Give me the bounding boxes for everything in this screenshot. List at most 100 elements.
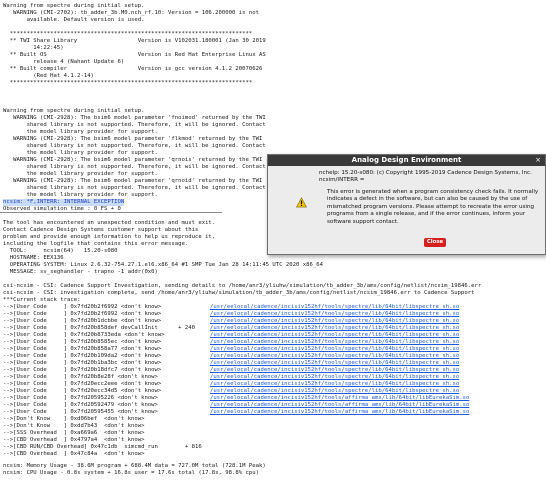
dialog-copyright: nchelp: 15.20-s080: (c) Copyright 1995-2… [319,170,532,176]
stack-frame: -->[SSS Overhead ] 0xa669a6 <don't know> [3,430,144,437]
stack-frame: -->[User Code ] 0x7fd20b8e28f <don't kno… [3,374,459,381]
stack-frame-info: -->[User Code ] 0x7fd20b8585ec <don't kn… [3,339,162,345]
log-line: ** TWI Share Library Version is V102031.… [3,38,266,44]
stack-frame-info: -->[User Code ] 0x7fd20592479 <don't kno… [3,402,158,408]
stack-frame-info: -->[User Code ] 0x7fd20b18dfc7 <don't kn… [3,367,162,373]
log-line: the model library provider for support. [3,192,158,198]
library-path-link[interactable]: /usr/eelocal/cadence/incisiv152hf/tools/… [210,402,469,409]
library-path-link[interactable]: /usr/eelocal/cadence/incisiv152hf/tools/… [210,332,459,339]
stack-frame-info: -->[CBD Overhead ] 0x4797a4 <don't know> [3,437,145,443]
log-line: WARNING (CMI-2928): The bsim6 model para… [3,178,263,184]
stack-frame-info: -->[Don't Know ] 0xd06bef <don't know> [3,416,145,422]
log-line: csi-ncsim - CSI: investigation complete,… [3,290,475,296]
stack-frame: -->[User Code ] 0x7fd20b1ba3bc <don't kn… [3,360,459,367]
log-line: shared library is not supported. Therefo… [3,122,266,128]
library-path-link[interactable]: /usr/eelocal/cadence/incisiv152hf/tools/… [210,304,459,311]
stack-frame-info: -->[User Code ] 0x7fd20b858a77 <don't kn… [3,346,162,352]
library-path-link[interactable]: /usr/eelocal/cadence/incisiv152hf/tools/… [210,339,459,346]
stack-frame: -->[CBD RUN/CBD Overhead] 0x47c1db simcm… [3,444,202,451]
stack-frame-info: -->[User Code ] 0x7fd20b2f6992 <don't kn… [3,311,162,317]
stack-frame: -->[User Code ] 0x7fd20ecc34d5 <don't kn… [3,388,459,395]
log-line: release 4 (Nahant Update 6) [3,59,125,65]
library-path-link[interactable]: /usr/eelocal/cadence/incisiv152hf/tools/… [210,318,459,325]
log-line: HOSTNAME: EEX136 [3,255,64,261]
log-line: The tool has encountered an unexpected c… [3,220,216,226]
stack-frame-info: -->[User Code ] 0x7fd20b8e28f <don't kno… [3,374,158,380]
library-path-link[interactable]: /usr/eelocal/cadence/incisiv152hf/tools/… [210,374,459,381]
log-line: OPERATING SYSTEM: Linux 2.6.32-754.27.1.… [3,262,323,268]
stack-frame-info: -->[User Code ] 0x7fd20b8733eda <don't k… [3,332,165,338]
log-line: csi-ncsim - CSI: Cadence Support Investi… [3,283,482,289]
log-line: Warning from spectre during initial setu… [3,3,145,9]
close-button[interactable]: Close [424,238,446,247]
stack-frame: -->[User Code ] 0x7fd20592479 <don't kno… [3,402,469,409]
library-path-link[interactable]: /usr/eelocal/cadence/incisiv152hf/tools/… [210,353,459,360]
log-line: the model library provider for support. [3,129,158,135]
stack-frame: -->[CBD Overhead ] 0x4797a4 <don't know> [3,437,144,444]
stack-frame-info: -->[User Code ] 0x7fd20ecc2eee <don't kn… [3,381,162,387]
library-path-link[interactable]: /usr/eelocal/cadence/incisiv152hf/tools/… [210,388,459,395]
log-line: WARNING (CMI-2928): The bsim6 model para… [3,157,263,163]
stack-frame-info: -->[CBD RUN/CBD Overhead] 0x47c1db simcm… [3,444,202,450]
library-path-link[interactable]: /usr/eelocal/cadence/incisiv152hf/tools/… [210,311,459,318]
stack-frame-info: -->[User Code ] 0x7fd20b2f6992 <don't kn… [3,304,162,310]
log-line: problem and provide enough information t… [3,234,216,240]
library-path-link[interactable]: /usr/eelocal/cadence/incisiv152hf/tools/… [210,381,459,388]
log-line: (Red Hat 4.1.2-14) [3,73,94,79]
log-line: shared library is not supported. Therefo… [3,164,266,170]
stack-frame-info: -->[User Code ] 0x7fd20b1ba3bc <don't kn… [3,360,162,366]
library-path-link[interactable]: /usr/eelocal/cadence/incisiv152hf/tools/… [210,395,469,402]
library-path-link[interactable]: /usr/eelocal/cadence/incisiv152hf/tools/… [210,409,469,416]
stack-frame: -->[Don't Know ] 0xdd7b43 <don't know> [3,423,144,430]
stack-frame-info: -->[User Code ] 0x7fd20b109da2 <don't kn… [3,353,162,359]
stack-frame: -->[User Code ] 0x7fd20b2f6992 <don't kn… [3,304,459,311]
library-path-link[interactable]: /usr/eelocal/cadence/incisiv152hf/tools/… [210,346,459,353]
log-line: shared library is not supported. Therefo… [3,185,266,191]
stack-frame-info: -->[Don't Know ] 0xdd7b43 <don't know> [3,423,145,429]
stack-frame: -->[User Code ] 0x7fd20b1dcbbe <don't kn… [3,318,459,325]
log-line: TOOL: ncsim(64) 15.20-s080 [3,248,118,254]
stack-frame: -->[User Code ] 0x7fd20b858def devCallIn… [3,325,459,332]
log-line: available. Default version is used. [3,17,145,23]
log-line: the model library provider for support. [3,171,158,177]
library-path-link[interactable]: /usr/eelocal/cadence/incisiv152hf/tools/… [210,360,459,367]
log-line: WARNING (CMI-2928): The bsim6 model para… [3,115,266,121]
stack-frame: -->[User Code ] 0x7fd20595455 <don't kno… [3,409,469,416]
log-line: the model library provider for support. [3,150,158,156]
log-line: ** Built compiler Version is gcc version… [3,66,263,72]
log-line: ****************************************… [3,80,253,86]
stack-frame-info: -->[CBD Overhead ] 0x47c84a <don't know> [3,451,145,457]
stack-frame: -->[User Code ] 0x7fd20ecc2eee <don't kn… [3,381,459,388]
log-line: including the logfile that contains this… [3,241,189,247]
cpu-usage-line: ncsim: CPU Usage - 0.8s system + 16.8s u… [3,470,259,476]
stack-frame: -->[User Code ] 0x7fd20b18dfc7 <don't kn… [3,367,459,374]
stack-frame: -->[User Code ] 0x7fd20b2f6992 <don't kn… [3,311,459,318]
dialog-message: This error is generated when a program c… [327,189,539,225]
dialog-error-code: ncsim/INTERR = [319,177,365,183]
dialog-header: nchelp: 15.20-s080: (c) Copyright 1995-2… [319,170,541,184]
stack-frame-info: -->[User Code ] 0x7fd20b1dcbbe <don't kn… [3,318,162,324]
stack-frame: -->[User Code ] 0x7fd20b8585ec <don't kn… [3,339,459,346]
log-line: Contact Cadence Design Systems customer … [3,227,199,233]
log-line: shared library is not supported. Therefo… [3,143,266,149]
divider [0,212,222,213]
stack-frame-info: -->[User Code ] 0x7fd20ecc34d5 <don't kn… [3,388,162,394]
library-path-link[interactable]: /usr/eelocal/cadence/incisiv152hf/tools/… [210,367,459,374]
log-line: WARNING (CMI-2928): The bsim6 model para… [3,136,263,142]
error-dialog: Analog Design Environment × nchelp: 15.2… [267,154,546,255]
log-line: ****************************************… [3,31,253,37]
error-line: ncsim: *F,INTERR: INTERNAL EXCEPTION [3,199,125,206]
close-icon[interactable]: × [534,155,542,166]
stack-frame: -->[User Code ] 0x7fd20b109da2 <don't kn… [3,353,459,360]
library-path-link[interactable]: /usr/eelocal/cadence/incisiv152hf/tools/… [210,325,459,332]
warning-icon [296,197,307,208]
log-line: MESSAGE: sv_seghandler - trapno -1 addr(… [3,269,158,275]
stack-frame: -->[User Code ] 0x7fd20b858a77 <don't kn… [3,346,459,353]
stack-frame: -->[User Code ] 0x7fd20b8733eda <don't k… [3,332,459,339]
stack-frame: -->[User Code ] 0x7fd20595226 <don't kno… [3,395,469,402]
stack-frame-info: -->[User Code ] 0x7fd20595226 <don't kno… [3,395,158,401]
stack-frame: -->[CBD Overhead ] 0x47c84a <don't know> [3,451,144,458]
log-line: 14:22:45) [3,45,64,51]
log-line: WARNING (CMI-2702): tb_adder_3b.M0.nch_r… [3,10,259,16]
log-line: ** Built OS Version is Red Hat Enterpris… [3,52,266,58]
